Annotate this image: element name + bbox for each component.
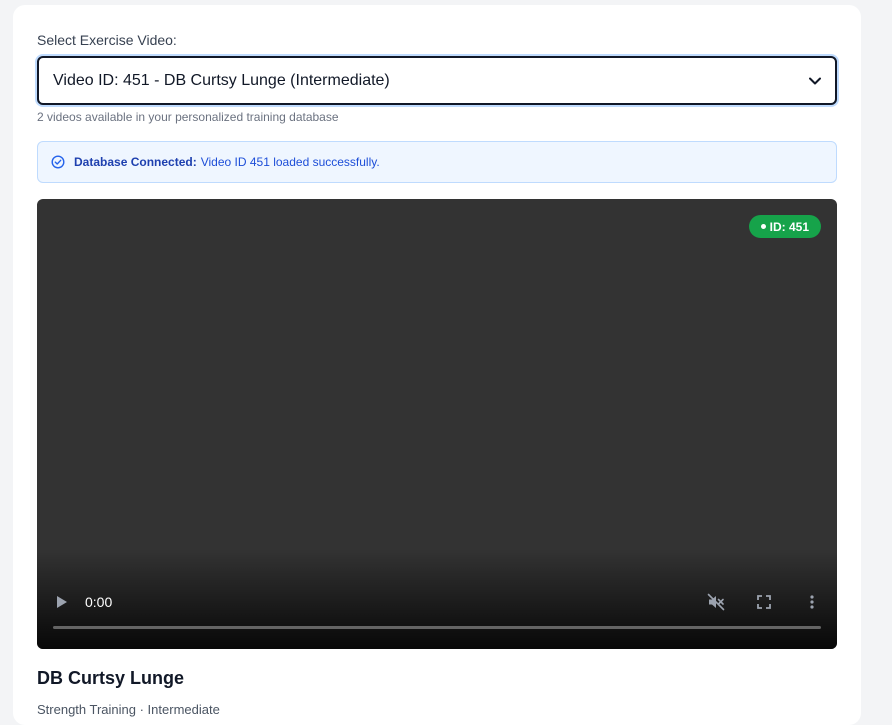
check-circle-icon	[51, 155, 65, 169]
video-time: 0:00	[85, 594, 113, 610]
video-id-badge-text: ID: 451	[769, 219, 809, 234]
exercise-title: DB Curtsy Lunge	[37, 668, 185, 688]
chevron-down-icon	[809, 75, 821, 87]
play-icon[interactable]	[53, 593, 71, 611]
select-label: Select Exercise Video:	[37, 32, 177, 48]
exercise-subtitle: Strength Training · Intermediate	[37, 702, 220, 717]
status-dot-icon	[760, 224, 766, 229]
video-id-badge: ID: 451	[748, 215, 821, 238]
more-options-icon[interactable]	[803, 593, 821, 611]
video-count-hint: 2 videos available in your personalized …	[37, 110, 339, 124]
db-status-alert: Database Connected: Video ID 451 loaded …	[37, 141, 837, 183]
video-select-value: Video ID: 451 - DB Curtsy Lunge (Interme…	[53, 71, 390, 89]
video-progress-bar[interactable]	[53, 626, 821, 629]
alert-title: Database Connected:	[74, 155, 197, 169]
content-card: Select Exercise Video: Video ID: 451 - D…	[13, 5, 861, 725]
alert-message: Video ID 451 loaded successfully.	[200, 155, 380, 169]
fullscreen-icon[interactable]	[755, 593, 773, 611]
video-select[interactable]: Video ID: 451 - DB Curtsy Lunge (Interme…	[37, 56, 837, 105]
mute-icon[interactable]	[707, 593, 725, 611]
video-controls: 0:00	[37, 589, 837, 615]
video-player[interactable]: ID: 451 0:00	[37, 199, 837, 649]
